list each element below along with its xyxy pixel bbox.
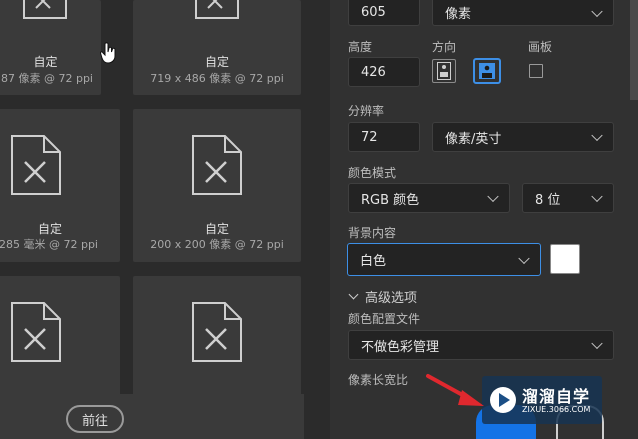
bit-depth-select[interactable]: 8 位 <box>522 183 614 213</box>
background-label: 背景内容 <box>348 226 397 240</box>
color-mode-select[interactable]: RGB 颜色 <box>348 183 510 213</box>
red-arrow-annotation <box>426 374 484 406</box>
chevron-down-icon <box>591 5 603 17</box>
hand-cursor-icon <box>100 42 116 64</box>
artboard-checkbox[interactable] <box>529 64 543 78</box>
advanced-options-toggle[interactable]: 高级选项 <box>348 287 417 306</box>
play-logo-icon <box>490 387 516 413</box>
resolution-value: 72 <box>361 129 378 145</box>
color-mode-value: RGB 颜色 <box>361 192 420 208</box>
chevron-down-icon <box>518 252 530 264</box>
portrait-icon <box>437 62 451 80</box>
chevron-down-icon <box>591 337 603 350</box>
chevron-down-icon <box>487 190 499 203</box>
watermark-title: 溜溜自学 <box>522 387 591 406</box>
pixel-aspect-label: 像素长宽比 <box>348 373 409 387</box>
document-icon <box>192 135 242 195</box>
orientation-label: 方向 <box>432 40 457 54</box>
document-icon <box>11 135 61 195</box>
document-icon <box>11 302 61 362</box>
color-mode-label: 颜色模式 <box>348 166 397 180</box>
background-color-swatch[interactable] <box>550 244 580 274</box>
portrait-orientation-button[interactable] <box>432 59 456 83</box>
artboard-label: 画板 <box>528 40 553 54</box>
width-input[interactable]: 605 <box>348 0 420 26</box>
preset-size: 719 x 486 像素 @ 72 ppi <box>150 72 284 85</box>
height-value: 426 <box>361 64 386 80</box>
panel-scrollbar[interactable] <box>630 0 638 100</box>
width-value: 605 <box>361 5 386 20</box>
preset-card[interactable]: 自定 719 x 486 像素 @ 72 ppi <box>133 0 301 95</box>
color-profile-value: 不做色彩管理 <box>361 339 440 355</box>
preset-card[interactable]: 自定 x 587 像素 @ 72 ppi <box>0 0 101 95</box>
resolution-unit-select[interactable]: 像素/英寸 <box>432 122 614 152</box>
watermark-subtitle: ZIXUE.3066.COM <box>522 405 591 414</box>
chevron-down-icon <box>591 190 603 203</box>
preset-footer <box>0 394 304 439</box>
resolution-unit-value: 像素/英寸 <box>445 131 502 147</box>
preset-size: 200 x 200 像素 @ 72 ppi <box>150 238 284 251</box>
preset-name: 自定 <box>37 222 62 236</box>
color-profile-label: 颜色配置文件 <box>348 312 421 326</box>
preset-name: 自定 <box>204 222 229 236</box>
advanced-options-label: 高级选项 <box>365 291 418 306</box>
resolution-input[interactable]: 72 <box>348 122 420 152</box>
document-icon <box>23 0 67 19</box>
landscape-orientation-button[interactable] <box>473 58 501 84</box>
height-input[interactable]: 426 <box>348 57 420 87</box>
preset-name: 自定 <box>204 55 229 69</box>
background-value: 白色 <box>360 254 387 269</box>
document-icon <box>192 302 242 362</box>
document-icon <box>195 0 239 19</box>
preset-size: x 587 像素 @ 72 ppi <box>0 72 93 85</box>
preset-card[interactable] <box>133 276 301 396</box>
height-label: 高度 <box>348 40 373 54</box>
preset-name: 自定 <box>33 55 58 69</box>
person-icon <box>479 63 495 79</box>
background-contents-select[interactable]: 白色 <box>347 243 541 276</box>
color-profile-select[interactable]: 不做色彩管理 <box>348 330 614 360</box>
bit-depth-value: 8 位 <box>535 192 561 208</box>
width-unit-value: 像素 <box>445 7 472 22</box>
preset-card[interactable]: 自定 200 x 200 像素 @ 72 ppi <box>133 109 301 262</box>
preset-card[interactable] <box>0 276 120 396</box>
go-button[interactable]: 前往 <box>66 405 124 433</box>
preset-card[interactable]: 自定 x 285 毫米 @ 72 ppi <box>0 109 120 262</box>
width-unit-select[interactable]: 像素 <box>432 0 614 26</box>
chevron-down-icon <box>591 129 603 142</box>
preset-size: x 285 毫米 @ 72 ppi <box>0 238 98 251</box>
watermark-logo: 溜溜自学 ZIXUE.3066.COM <box>482 376 602 424</box>
resolution-label: 分辨率 <box>348 104 385 118</box>
chevron-down-icon <box>348 289 359 300</box>
